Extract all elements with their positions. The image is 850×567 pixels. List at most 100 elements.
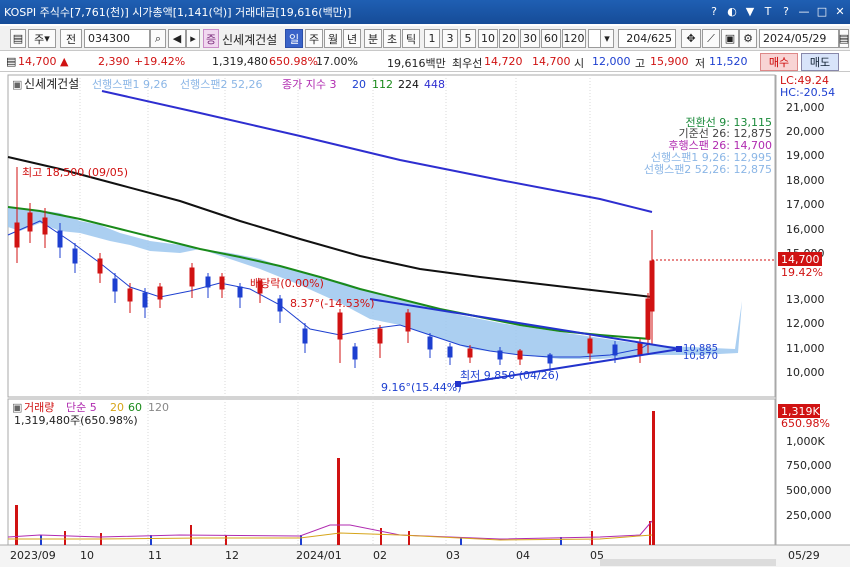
volume-tick: 250,000 <box>786 509 832 522</box>
open-price: 12,000 <box>592 55 631 68</box>
volume-title: 거래량 <box>24 401 54 414</box>
price-tick: 18,000 <box>786 174 825 187</box>
sort-label: 주 <box>34 32 45 46</box>
bar-count-input[interactable]: 204/625 <box>618 29 676 48</box>
ichimoku-span2: 선행스팬2 52,26: 12,875 <box>644 163 772 176</box>
period-tick[interactable]: 틱 <box>402 29 420 48</box>
price-tick: 16,000 <box>786 223 825 236</box>
date-tick: 10 <box>80 549 94 562</box>
volume-tick: 1,000K <box>786 435 825 448</box>
stock-badge-icon: 증 <box>203 29 219 48</box>
last-price-pct: 19.42% <box>781 266 823 279</box>
date-tick: 04 <box>516 549 530 562</box>
save-icon[interactable]: ▣ <box>721 29 739 48</box>
stock-code-input[interactable]: 034300 <box>84 29 150 48</box>
sell-button[interactable]: 매도 <box>801 53 839 71</box>
trading-amount: 19,616백만 <box>387 57 446 70</box>
settings-gear-icon[interactable]: ⚙ <box>739 29 757 48</box>
interval-120[interactable]: 120 <box>562 29 586 48</box>
volume-ma120-legend: 120 <box>148 401 169 414</box>
maximize-icon[interactable]: □ <box>814 3 830 19</box>
price-tick: 21,000 <box>786 101 825 114</box>
minimize-icon[interactable]: — <box>796 3 812 19</box>
ma20-legend: 20 <box>352 78 366 91</box>
all-button[interactable]: 전 <box>60 29 82 48</box>
interval-5[interactable]: 5 <box>460 29 476 48</box>
price-change: 2,390 <box>98 55 130 68</box>
ma112-legend: 112 <box>372 78 393 91</box>
price-tick: 17,000 <box>786 198 825 211</box>
prev-stock-icon[interactable]: ◀ <box>168 29 186 48</box>
link-icon[interactable]: ◐ <box>724 3 740 19</box>
volume-menu-icon[interactable]: ▣ <box>12 401 22 414</box>
date-tick: 2023/09 <box>10 549 56 562</box>
bid-price: 14,700 <box>532 55 571 68</box>
period-second[interactable]: 초 <box>383 29 401 48</box>
span1-legend: 선행스팬1 9,26 <box>92 78 167 91</box>
rebound-marker: 배당락(0.00%) <box>250 277 324 290</box>
sort-select[interactable]: 주 ▾ <box>28 29 56 48</box>
interval-3[interactable]: 3 <box>442 29 458 48</box>
text-icon[interactable]: T <box>760 3 776 19</box>
interval-10[interactable]: 10 <box>478 29 498 48</box>
indicator-icon[interactable]: ✥ <box>681 29 701 48</box>
high-label: 고 <box>635 57 646 70</box>
pin-icon[interactable]: ▼ <box>742 3 758 19</box>
price-tick: 10,000 <box>786 366 825 379</box>
volume-tick: 500,000 <box>786 484 832 497</box>
date-tick: 12 <box>225 549 239 562</box>
date-tick: 2024/01 <box>296 549 342 562</box>
interval-30[interactable]: 30 <box>520 29 540 48</box>
period-week[interactable]: 주 <box>305 29 323 48</box>
help-icon[interactable]: ? <box>706 3 722 19</box>
price-tick: 20,000 <box>786 125 825 138</box>
price-tick: 11,000 <box>786 342 825 355</box>
date-tick: 03 <box>446 549 460 562</box>
price-tick: 13,000 <box>786 293 825 306</box>
best-price-label: 최우선 <box>452 57 483 70</box>
volume-ratio: 650.98% <box>269 55 318 68</box>
horizontal-scrollbar[interactable] <box>600 559 776 566</box>
interval-20[interactable]: 20 <box>499 29 519 48</box>
next-stock-icon[interactable]: ▸ <box>186 29 200 48</box>
volume-last-pct: 650.98% <box>781 417 830 430</box>
span2-legend: 선행스팬2 52,26 <box>180 78 262 91</box>
period-minute[interactable]: 분 <box>364 29 382 48</box>
info-icon[interactable]: ? <box>778 3 794 19</box>
date-input[interactable]: 2024/05/29 <box>759 29 839 48</box>
low-label: 저 <box>695 57 706 70</box>
interval-dropdown-icon[interactable]: ▾ <box>600 29 614 48</box>
drawing-icon[interactable]: ⟋ <box>702 29 720 48</box>
window-title: KOSPI 주식수[7,761(천)] 시가총액[1,141(억)] 거래대금[… <box>4 6 352 19</box>
date-tick: 05/29 <box>788 549 820 562</box>
stock-name: 신세계건설 <box>222 33 278 47</box>
volume: 1,319,480 <box>212 55 268 68</box>
ma224-legend: 224 <box>398 78 419 91</box>
low-marker: 최저 9,850 (04/26) <box>460 369 559 382</box>
volume-ma5-legend: 단순 5 <box>66 401 97 414</box>
chart-canvas[interactable]: ▣ 신세계건설 선행스팬1 9,26 선행스팬2 52,26 종가 지수 3 2… <box>0 73 850 567</box>
low-price: 11,520 <box>709 55 748 68</box>
quote-menu-icon[interactable]: ▤ <box>6 55 16 68</box>
price-change-pct: +19.42% <box>134 55 186 68</box>
quote-bar: ▤ 14,700 ▲ 2,390 +19.42% 1,319,480 650.9… <box>0 52 850 72</box>
menu-icon[interactable]: ▤ <box>10 29 26 48</box>
period-day[interactable]: 일 <box>285 29 303 48</box>
period-month[interactable]: 월 <box>324 29 342 48</box>
interval-1[interactable]: 1 <box>424 29 440 48</box>
turnover-ratio: 17.00% <box>316 55 358 68</box>
lower-trend-angle: 9.16°(15.44%) <box>381 381 462 394</box>
chart-menu-icon[interactable]: ▣ <box>12 78 22 91</box>
close-icon[interactable]: ✕ <box>832 3 848 19</box>
search-icon[interactable]: ⌕ <box>150 29 166 48</box>
chart-toolbar: ▤ 주 ▾ 전 034300 ⌕ ◀ ▸ 증 신세계건설 일 주 월 년 분 초 … <box>0 26 850 51</box>
high-marker: 최고 18,500 (09/05) <box>22 166 128 179</box>
hc-label: HC:-20.54 <box>780 86 835 99</box>
trendline-handle-end[interactable] <box>676 346 682 352</box>
open-label: 시 <box>574 57 585 70</box>
buy-button[interactable]: 매수 <box>760 53 798 71</box>
interval-60[interactable]: 60 <box>541 29 561 48</box>
upper-trend-angle: 8.37°(-14.53%) <box>290 297 375 310</box>
period-year[interactable]: 년 <box>343 29 361 48</box>
calendar-icon[interactable]: ▤ <box>839 29 849 48</box>
